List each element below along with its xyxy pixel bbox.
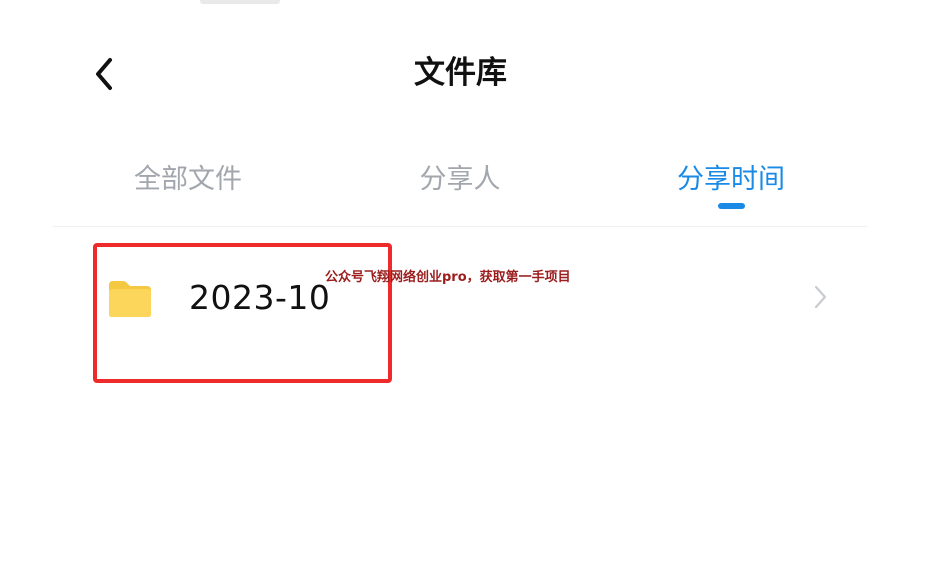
status-bar-remnant bbox=[200, 0, 280, 4]
active-tab-indicator bbox=[718, 203, 745, 209]
page-title: 文件库 bbox=[414, 55, 507, 91]
tab-bar: 全部文件 分享人 分享时间 bbox=[53, 154, 867, 214]
tabs-divider bbox=[53, 226, 867, 227]
folder-name: 2023-10 bbox=[189, 278, 331, 317]
tab-sharer[interactable]: 分享人 bbox=[365, 154, 555, 214]
file-library-screen: 文件库 全部文件 分享人 分享时间 2023-10 公众号飞翔网络创业pro，获… bbox=[0, 0, 928, 571]
folder-list-item[interactable]: 2023-10 bbox=[53, 242, 867, 354]
folder-icon bbox=[109, 281, 151, 317]
watermark-text: 公众号飞翔网络创业pro，获取第一手项目 bbox=[325, 270, 571, 285]
chevron-right-icon bbox=[814, 285, 827, 309]
tab-all-files[interactable]: 全部文件 bbox=[93, 154, 283, 214]
